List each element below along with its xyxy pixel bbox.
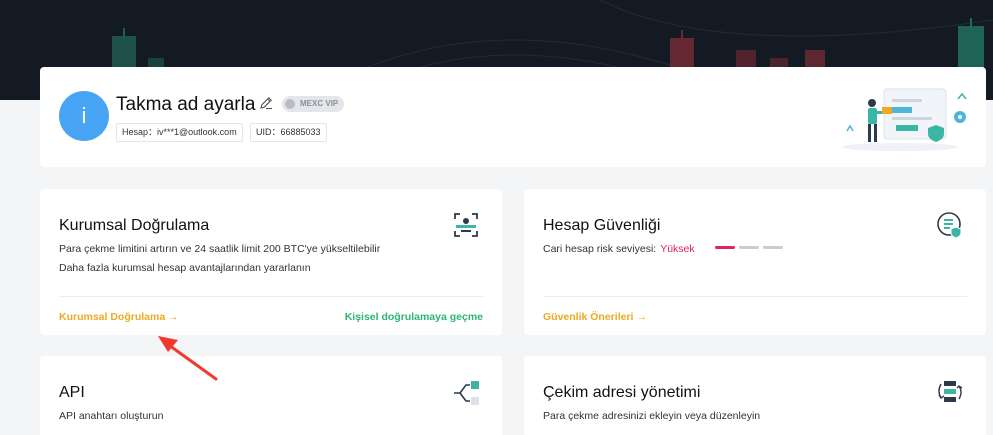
api-title: API [59, 384, 85, 401]
dashboard-illustration [842, 88, 967, 151]
security-title: Hesap Güvenliği [543, 217, 661, 234]
withdrawal-title: Çekim adresi yönetimi [543, 384, 701, 401]
switch-to-personal-link[interactable]: Kişisel doğrulamaya geçme [345, 311, 483, 323]
card-divider [59, 296, 483, 297]
card-divider [543, 296, 967, 297]
uid-chip: UID：66885033 [250, 123, 327, 142]
avatar[interactable]: i [59, 91, 109, 141]
risk-level-indicator [715, 246, 783, 249]
institutional-desc-line1: Para çekme limitini artırın ve 24 saatli… [59, 243, 381, 255]
api-connect-icon [454, 381, 479, 405]
address-transfer-icon [938, 381, 963, 402]
id-scan-icon [454, 213, 478, 237]
risk-bar-1 [715, 246, 735, 249]
nickname-label[interactable]: Takma ad ayarla [116, 94, 255, 116]
institutional-verification-card: Kurumsal Doğrulama Para çekme limitini a… [40, 189, 502, 335]
account-security-card: Hesap Güvenliği Cari hesap risk seviyesi… [524, 189, 986, 335]
annotation-arrow-icon [158, 336, 218, 381]
risk-bar-3 [763, 246, 783, 249]
risk-level-row: Cari hesap risk seviyesi: Yüksek [543, 243, 695, 255]
pencil-icon[interactable] [258, 95, 274, 111]
risk-bar-2 [739, 246, 759, 249]
risk-level-label: Cari hesap risk seviyesi: [543, 243, 657, 255]
api-desc: API anahtarı oluşturun [59, 410, 164, 422]
institutional-title: Kurumsal Doğrulama [59, 217, 210, 234]
vip-badge[interactable]: MEXC VIP [282, 96, 345, 112]
account-email-chip: Hesap：iv***1@outlook.com [116, 123, 243, 142]
security-recommendations-link[interactable]: Güvenlik Önerileri → [543, 311, 647, 323]
shield-document-icon [937, 212, 962, 239]
institutional-desc-line2: Daha fazla kurumsal hesap avantajlarında… [59, 262, 311, 274]
api-card[interactable]: API API anahtarı oluşturun [40, 356, 502, 435]
withdrawal-address-card[interactable]: Çekim adresi yönetimi Para çekme adresin… [524, 356, 986, 435]
institutional-verification-link[interactable]: Kurumsal Doğrulama → [59, 311, 179, 323]
profile-card: i Takma ad ayarla MEXC VIP Hesap：iv***1@… [40, 67, 986, 167]
risk-level-value: Yüksek [660, 243, 695, 255]
withdrawal-desc: Para çekme adresinizi ekleyin veya düzen… [543, 410, 761, 422]
